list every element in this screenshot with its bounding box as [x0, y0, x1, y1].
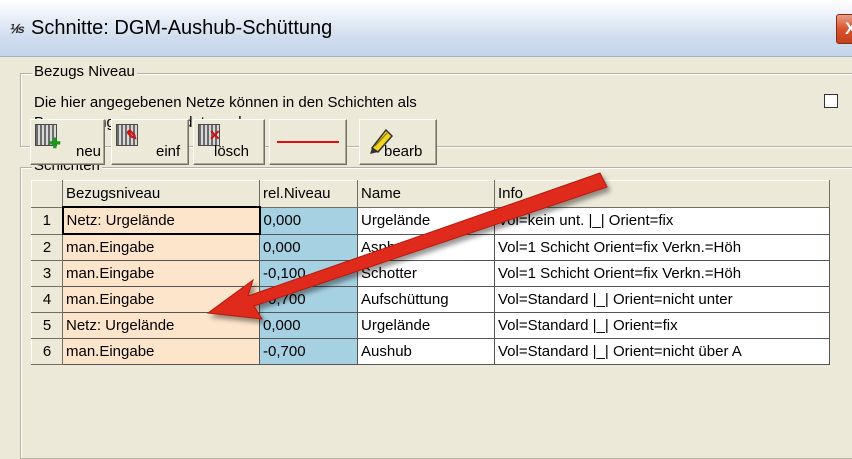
cell-name[interactable]: Aufschüttung [357, 286, 495, 313]
cell-rel-niveau[interactable]: -0,700 [259, 286, 358, 313]
cell-info[interactable]: Vol=1 Schicht Orient=fix Verkn.=Höh [494, 260, 830, 287]
column-header-name[interactable]: Name [357, 180, 495, 208]
cell-bezugsniveau[interactable]: Netz: Urgelände [62, 312, 260, 339]
bezug-niveau-legend: Bezugs Niveau [32, 63, 137, 80]
app-icon: ⅟ıs [8, 22, 26, 36]
corner-header[interactable] [31, 180, 63, 208]
line-style-sample [277, 141, 339, 143]
table-header-row: Bezugsniveau rel.Niveau Name Info [31, 180, 830, 208]
table-row[interactable]: 3 man.Eingabe -0,100 Schotter Vol=1 Schi… [31, 260, 830, 287]
column-header-bezugsniveau[interactable]: Bezugsniveau [62, 180, 260, 208]
cell-name[interactable]: Asphalt [357, 233, 495, 261]
edit-layer-label: bearb [384, 143, 423, 160]
cell-bezugsniveau[interactable]: man.Eingabe [62, 233, 260, 261]
cell-name[interactable]: Urgelände [357, 312, 495, 339]
cell-name[interactable]: Schotter [357, 260, 495, 287]
table-row[interactable]: 4 man.Eingabe -0,700 Aufschüttung Vol=St… [31, 286, 830, 313]
edit-layer-button[interactable]: bearb [359, 119, 437, 165]
cell-info[interactable]: Vol=kein unt. |_| Orient=fix [494, 206, 830, 235]
row-number[interactable]: 4 [31, 286, 63, 313]
row-number[interactable]: 3 [31, 260, 63, 287]
cell-bezugsniveau[interactable]: Netz: Urgelände [61, 206, 261, 235]
cell-name[interactable]: Urgelände [357, 206, 495, 235]
table-row[interactable]: 5 Netz: Urgelände 0,000 Urgelände Vol=St… [31, 312, 830, 339]
table-row[interactable]: 1 Netz: Urgelände 0,000 Urgelände Vol=ke… [31, 206, 830, 235]
cell-rel-niveau[interactable]: 0,000 [259, 206, 358, 235]
row-number[interactable]: 5 [31, 312, 63, 339]
column-header-rel-niveau[interactable]: rel.Niveau [259, 180, 358, 208]
delete-layer-label: lösch [214, 143, 250, 160]
grid-insert-icon: ✎ [116, 124, 138, 146]
delete-layer-button[interactable]: ✕ lösch [193, 119, 265, 165]
cell-bezugsniveau[interactable]: man.Eingabe [62, 260, 260, 287]
title-bar[interactable]: ⅟ıs Schnitte: DGM-Aushub-Schüttung X [0, 0, 852, 57]
grid-new-icon: ✚ [35, 124, 61, 151]
window-title: Schnitte: DGM-Aushub-Schüttung [31, 17, 333, 39]
cell-info[interactable]: Vol=1 Schicht Orient=fix Verkn.=Höh [494, 233, 830, 261]
close-button[interactable]: X [836, 14, 852, 44]
row-number[interactable]: 2 [31, 233, 63, 261]
cell-name[interactable]: Aushub [357, 338, 495, 365]
column-header-info[interactable]: Info [494, 180, 830, 208]
row-number[interactable]: 1 [31, 206, 63, 235]
cell-info[interactable]: Vol=Standard |_| Orient=fix [494, 312, 830, 339]
new-layer-button[interactable]: ✚ neu [30, 119, 105, 165]
insert-layer-button[interactable]: ✎ einf [111, 119, 189, 165]
cell-rel-niveau[interactable]: -0,100 [259, 260, 358, 287]
new-layer-label: neu [76, 143, 102, 160]
line-style-button[interactable] [269, 119, 347, 165]
cell-rel-niveau[interactable]: 0,000 [259, 233, 358, 261]
cell-rel-niveau[interactable]: 0,000 [259, 312, 358, 339]
cell-info[interactable]: Vol=Standard |_| Orient=nicht unter [494, 286, 830, 313]
cell-bezugsniveau[interactable]: man.Eingabe [62, 338, 260, 365]
insert-layer-label: einf [156, 143, 181, 160]
cell-info[interactable]: Vol=Standard |_| Orient=nicht über A [494, 338, 830, 365]
cell-bezugsniveau[interactable]: man.Eingabe [62, 286, 260, 313]
row-number[interactable]: 6 [31, 338, 63, 365]
table-row[interactable]: 2 man.Eingabe 0,000 Asphalt Vol=1 Schich… [31, 233, 830, 261]
layers-table: Bezugsniveau rel.Niveau Name Info 1 Netz… [31, 180, 830, 365]
bezug-checkbox[interactable] [824, 94, 838, 108]
cell-rel-niveau[interactable]: -0,700 [259, 338, 358, 365]
description-line-1: Die hier angegebenen Netze können in den… [34, 94, 417, 111]
table-row[interactable]: 6 man.Eingabe -0,700 Aushub Vol=Standard… [31, 338, 830, 365]
